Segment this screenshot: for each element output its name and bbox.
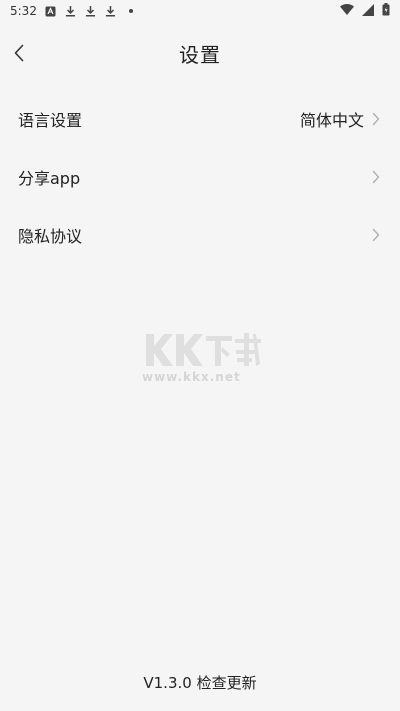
page-title: 设置 (179, 42, 221, 67)
menu-item-right: 简体中文 (300, 107, 382, 131)
wifi-icon (340, 4, 354, 18)
status-right (340, 3, 390, 19)
status-time: 5:32 (10, 4, 37, 18)
signal-icon (362, 3, 374, 19)
chevron-right-icon (370, 112, 382, 126)
status-left: 5:32 (10, 4, 137, 18)
menu-item-share[interactable]: 分享app (0, 148, 400, 206)
watermark-logo: www.kkx.net (140, 330, 264, 390)
menu-item-right (370, 170, 382, 184)
download-icon (85, 5, 97, 17)
check-update-button[interactable]: 检查更新 (197, 674, 257, 692)
back-button[interactable] (4, 38, 34, 68)
download-icon (65, 5, 77, 17)
header: 设置 (0, 30, 400, 76)
settings-menu: 语言设置 简体中文 分享app 隐私协议 (0, 90, 400, 264)
battery-icon (382, 3, 390, 19)
menu-item-right (370, 228, 382, 242)
menu-item-label: 隐私协议 (18, 227, 83, 246)
chevron-left-icon (14, 44, 24, 62)
menu-item-value: 简体中文 (299, 111, 364, 130)
chevron-right-icon (370, 170, 382, 184)
download-icon (105, 5, 117, 17)
menu-item-label: 语言设置 (18, 111, 83, 130)
menu-item-privacy[interactable]: 隐私协议 (0, 206, 400, 264)
dot-icon (125, 5, 137, 17)
kk-logo-icon (146, 333, 261, 366)
watermark-url: www.kkx.net (142, 370, 241, 384)
status-bar: 5:32 (0, 0, 400, 22)
version-label: V1.3.0 (143, 674, 192, 692)
menu-item-language[interactable]: 语言设置 简体中文 (0, 90, 400, 148)
menu-item-label: 分享app (18, 169, 81, 188)
chevron-right-icon (370, 228, 382, 242)
notification-a-icon (45, 5, 57, 17)
version-row: V1.3.0 检查更新 (0, 672, 400, 693)
